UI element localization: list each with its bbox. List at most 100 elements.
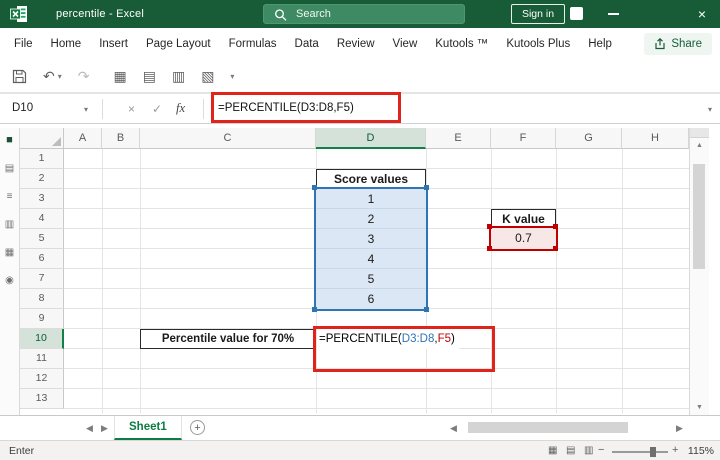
view-normal-icon[interactable]: ▦: [548, 445, 557, 456]
cell-c10-label[interactable]: Percentile value for 70%: [140, 329, 316, 349]
cell-d5[interactable]: 3: [316, 229, 426, 249]
column-header-a[interactable]: A: [64, 128, 102, 149]
column-header-c[interactable]: C: [140, 128, 316, 149]
column-header-h[interactable]: H: [622, 128, 689, 149]
formula-input[interactable]: =PERCENTILE(D3:D8,F5): [218, 102, 354, 114]
strip-list-icon[interactable]: ≡: [0, 191, 19, 202]
cell-d7[interactable]: 5: [316, 269, 426, 289]
row-header-3[interactable]: 3: [20, 189, 64, 209]
scroll-up-icon[interactable]: ▲: [690, 142, 709, 149]
cancel-icon[interactable]: ×: [128, 102, 135, 116]
zoom-in-icon[interactable]: +: [672, 444, 678, 456]
search-placeholder: Search: [296, 8, 331, 20]
scroll-down-icon[interactable]: ▼: [690, 404, 709, 411]
row-header-2[interactable]: 2: [20, 169, 64, 189]
row-header-1[interactable]: 1: [20, 149, 64, 169]
cell-d2-score-header[interactable]: Score values: [316, 169, 426, 189]
cell-d10-formula[interactable]: =PERCENTILE(D3:D8,F5): [317, 329, 459, 349]
qat-icon-3[interactable]: ▥: [172, 68, 185, 85]
row-header-6[interactable]: 6: [20, 249, 64, 269]
zoom-slider-track[interactable]: [612, 451, 668, 453]
view-page-break-icon[interactable]: ▥: [584, 445, 593, 456]
row-header-12[interactable]: 12: [20, 369, 64, 389]
share-button[interactable]: Share: [644, 33, 712, 55]
cell-d6[interactable]: 4: [316, 249, 426, 269]
zoom-out-icon[interactable]: −: [598, 444, 604, 456]
horizontal-scroll-thumb[interactable]: [468, 422, 628, 433]
tab-view[interactable]: View: [384, 38, 427, 50]
column-header-e[interactable]: E: [426, 128, 491, 149]
row-header-13[interactable]: 13: [20, 389, 64, 409]
column-header-f[interactable]: F: [491, 128, 556, 149]
tab-file[interactable]: File: [0, 38, 42, 50]
formula-bar-expand-icon[interactable]: ▾: [708, 105, 712, 114]
save-icon[interactable]: [12, 69, 27, 84]
row-header-4[interactable]: 4: [20, 209, 64, 229]
undo-caret-icon[interactable]: ▾: [58, 72, 62, 81]
tab-kutools-plus[interactable]: Kutools Plus: [497, 38, 579, 50]
title-bar: percentile - Excel Search Sign in ×: [0, 0, 720, 28]
column-header-g[interactable]: G: [556, 128, 622, 149]
search-box[interactable]: Search: [263, 4, 465, 24]
window-icon[interactable]: [570, 7, 583, 20]
tab-kutools[interactable]: Kutools ™: [426, 38, 497, 50]
row-header-9[interactable]: 9: [20, 309, 64, 329]
undo-icon[interactable]: ↶: [43, 68, 55, 85]
qat-icon-4[interactable]: ▧: [201, 68, 214, 85]
tab-home[interactable]: Home: [42, 38, 91, 50]
sign-in-button[interactable]: Sign in: [511, 4, 565, 24]
vertical-scroll-thumb[interactable]: [693, 164, 705, 269]
name-box-caret-icon[interactable]: ▾: [84, 105, 88, 114]
hscroll-right-icon[interactable]: ▶: [676, 423, 683, 434]
qat-icon-2[interactable]: ▤: [143, 68, 156, 85]
close-icon[interactable]: ×: [692, 4, 712, 24]
tab-review[interactable]: Review: [328, 38, 384, 50]
redo-icon[interactable]: ↷: [78, 68, 90, 85]
column-header-d[interactable]: D: [316, 128, 426, 149]
strip-columns-icon[interactable]: ▥: [0, 219, 19, 230]
column-header-b[interactable]: B: [102, 128, 140, 149]
row-header-7[interactable]: 7: [20, 269, 64, 289]
zoom-level[interactable]: 115%: [688, 445, 714, 457]
cell-d8[interactable]: 6: [316, 289, 426, 309]
select-all-button[interactable]: [20, 128, 64, 149]
gridline: [102, 149, 103, 413]
strip-find-icon[interactable]: ◉: [0, 275, 19, 286]
strip-grid-icon[interactable]: ▦: [0, 247, 19, 258]
tab-page-layout[interactable]: Page Layout: [137, 38, 220, 50]
cell-d3[interactable]: 1: [316, 189, 426, 209]
row-header-8[interactable]: 8: [20, 289, 64, 309]
zoom-slider-thumb[interactable]: [650, 447, 656, 457]
view-page-layout-icon[interactable]: ▤: [566, 445, 575, 456]
gridline: [140, 149, 141, 413]
enter-check-icon[interactable]: ✓: [152, 102, 162, 116]
quick-access-toolbar: ↶ ▾ ↷ ▦ ▤ ▥ ▧ ▾: [0, 60, 720, 93]
sheet-next-icon[interactable]: ▶: [101, 423, 108, 434]
tab-insert[interactable]: Insert: [90, 38, 137, 50]
tab-data[interactable]: Data: [286, 38, 328, 50]
worksheet-grid[interactable]: Score values 1 2 3 4 5 6 K value 0.7 Per…: [64, 149, 690, 413]
row-header-11[interactable]: 11: [20, 349, 64, 369]
add-sheet-button[interactable]: +: [190, 420, 205, 435]
name-box[interactable]: D10: [12, 102, 33, 114]
hscroll-left-icon[interactable]: ◀: [450, 423, 457, 434]
formula-bar-divider: [203, 99, 204, 119]
qat-icon-1[interactable]: ▦: [113, 68, 126, 85]
cell-d4[interactable]: 2: [316, 209, 426, 229]
insert-function-icon[interactable]: fx: [176, 101, 185, 116]
minimize-icon[interactable]: [608, 13, 619, 15]
strip-pane-icon[interactable]: ■: [0, 134, 19, 146]
toolbar-customize-caret-icon[interactable]: ▾: [230, 72, 234, 81]
cell-f5-k-value[interactable]: 0.7: [489, 226, 558, 251]
score-range[interactable]: 1 2 3 4 5 6: [316, 189, 426, 309]
row-header-10[interactable]: 10: [20, 329, 64, 349]
strip-clipboard-icon[interactable]: ▤: [0, 163, 19, 174]
split-handle[interactable]: [690, 128, 709, 138]
cell-mode-indicator: Enter: [9, 445, 35, 457]
row-header-5[interactable]: 5: [20, 229, 64, 249]
sheet-prev-icon[interactable]: ◀: [86, 423, 93, 434]
sheet-tab-sheet1[interactable]: Sheet1: [114, 416, 182, 440]
tab-help[interactable]: Help: [579, 38, 621, 50]
vertical-scrollbar[interactable]: ▲ ▼: [689, 128, 709, 415]
tab-formulas[interactable]: Formulas: [220, 38, 286, 50]
